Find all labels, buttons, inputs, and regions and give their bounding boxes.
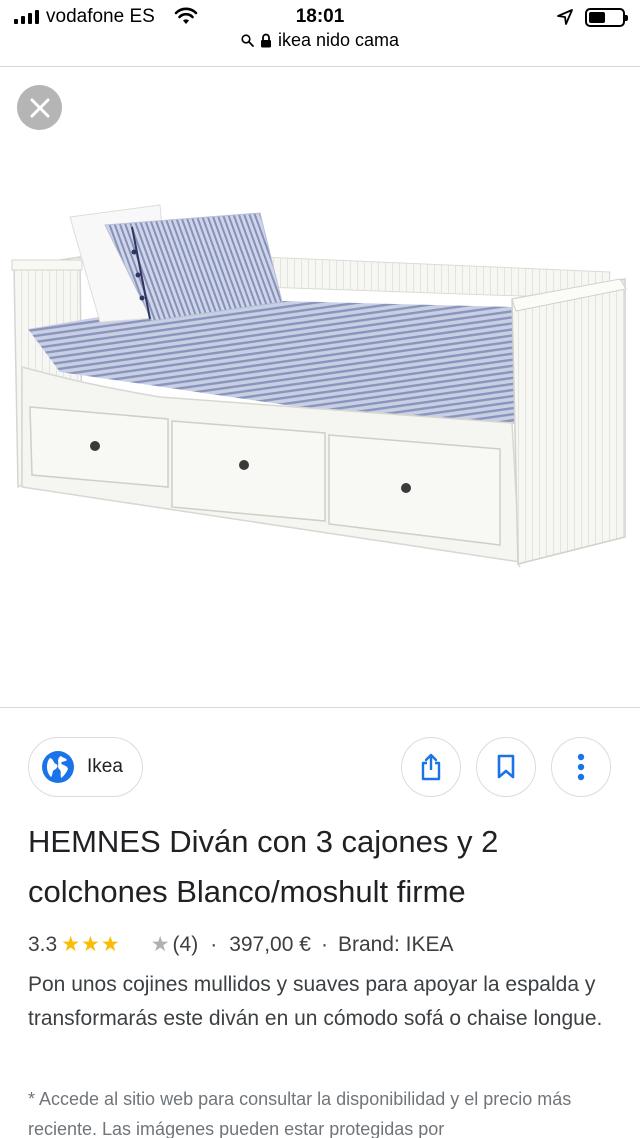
separator: · <box>320 932 328 956</box>
share-icon <box>421 753 441 781</box>
star-icon: ★ <box>81 933 100 956</box>
separator: · <box>210 932 218 956</box>
product-image[interactable] <box>0 67 640 707</box>
image-viewer[interactable] <box>0 67 640 707</box>
close-button[interactable] <box>17 85 62 130</box>
brand: Brand: IKEA <box>337 932 454 956</box>
close-icon <box>30 98 49 117</box>
save-button[interactable] <box>476 737 536 797</box>
star-icon: ★ <box>61 933 81 956</box>
more-options-button[interactable] <box>551 737 611 797</box>
product-description: Pon unos cojines mullidos y suaves para … <box>28 973 603 1030</box>
search-icon <box>241 33 254 47</box>
disclaimer-note: * Accede al sitio web para consultar la … <box>28 1089 572 1138</box>
clock: 18:01 <box>295 6 345 27</box>
location-arrow-icon <box>557 9 573 25</box>
source-name: Ikea <box>87 756 123 777</box>
product-meta: 3.3 ★ ★ ★ ★ (4) · 397,00 € · Brand: IKEA <box>28 932 454 957</box>
more-vert-icon <box>577 753 585 781</box>
price: 397,00 € <box>229 932 311 956</box>
product-title[interactable]: HEMNES Diván con 3 cajones y 2 colchones… <box>28 817 618 917</box>
source-chip[interactable]: Ikea <box>28 737 143 797</box>
review-count: (4) <box>172 932 199 956</box>
star-icon: ★ <box>100 933 120 956</box>
address-bar[interactable]: ikea nido cama <box>0 28 640 52</box>
lock-icon <box>260 33 271 47</box>
url-text: ikea nido cama <box>277 29 400 50</box>
rating-value: 3.3 <box>28 932 58 956</box>
divider <box>0 707 640 708</box>
bookmark-icon <box>497 754 515 779</box>
rating-stars: ★ ★ ★ ★ <box>61 932 169 957</box>
battery-icon <box>585 8 628 27</box>
share-button[interactable] <box>401 737 461 797</box>
globe-icon <box>42 751 74 783</box>
star-icon: ★ <box>150 933 170 956</box>
